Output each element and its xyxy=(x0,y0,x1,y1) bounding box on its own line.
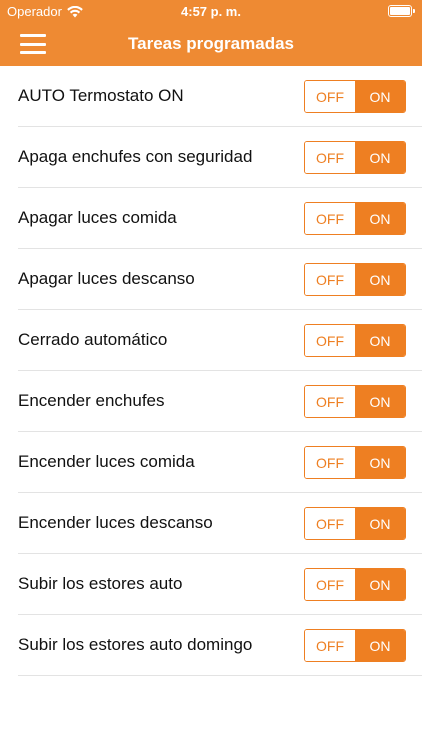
task-toggle[interactable]: OFF ON xyxy=(304,629,406,662)
task-row: Subir los estores auto domingo OFF ON xyxy=(18,615,422,676)
navigation-bar: Tareas programadas xyxy=(0,22,422,66)
task-label: AUTO Termostato ON xyxy=(18,86,184,105)
task-label: Apagar luces comida xyxy=(18,208,177,227)
task-row: AUTO Termostato ON OFF ON xyxy=(18,66,422,127)
page-title: Tareas programadas xyxy=(128,34,294,53)
toggle-on-button[interactable]: ON xyxy=(355,142,405,173)
toggle-on-button[interactable]: ON xyxy=(355,630,405,661)
task-toggle[interactable]: OFF ON xyxy=(304,568,406,601)
task-label: Subir los estores auto domingo xyxy=(18,635,253,654)
task-toggle[interactable]: OFF ON xyxy=(304,141,406,174)
task-row: Apagar luces comida OFF ON xyxy=(18,188,422,249)
toggle-off-button[interactable]: OFF xyxy=(305,508,355,539)
toggle-on-button[interactable]: ON xyxy=(355,264,405,295)
toggle-off-button[interactable]: OFF xyxy=(305,447,355,478)
battery-icon xyxy=(388,5,415,17)
task-toggle[interactable]: OFF ON xyxy=(304,202,406,235)
toggle-on-button[interactable]: ON xyxy=(355,325,405,356)
task-row: Apaga enchufes con seguridad OFF ON xyxy=(18,127,422,188)
toggle-on-button[interactable]: ON xyxy=(355,447,405,478)
task-row: Encender luces descanso OFF ON xyxy=(18,493,422,554)
toggle-on-button[interactable]: ON xyxy=(355,81,405,112)
task-list: AUTO Termostato ON OFF ON Apaga enchufes… xyxy=(0,66,422,676)
toggle-off-button[interactable]: OFF xyxy=(305,264,355,295)
task-label: Encender luces comida xyxy=(18,452,195,471)
task-label: Cerrado automático xyxy=(18,330,168,349)
task-toggle[interactable]: OFF ON xyxy=(304,507,406,540)
task-toggle[interactable]: OFF ON xyxy=(304,263,406,296)
task-toggle[interactable]: OFF ON xyxy=(304,446,406,479)
toggle-off-button[interactable]: OFF xyxy=(305,386,355,417)
toggle-off-button[interactable]: OFF xyxy=(305,142,355,173)
toggle-on-button[interactable]: ON xyxy=(355,386,405,417)
task-row: Encender enchufes OFF ON xyxy=(18,371,422,432)
task-row: Encender luces comida OFF ON xyxy=(18,432,422,493)
toggle-on-button[interactable]: ON xyxy=(355,508,405,539)
task-label: Apaga enchufes con seguridad xyxy=(18,147,253,166)
status-bar: Operador 4:57 p. m. xyxy=(0,0,422,22)
status-time: 4:57 p. m. xyxy=(181,4,241,19)
task-label: Encender enchufes xyxy=(18,391,165,410)
toggle-off-button[interactable]: OFF xyxy=(305,325,355,356)
toggle-off-button[interactable]: OFF xyxy=(305,203,355,234)
toggle-on-button[interactable]: ON xyxy=(355,569,405,600)
task-row: Cerrado automático OFF ON xyxy=(18,310,422,371)
task-label: Apagar luces descanso xyxy=(18,269,195,288)
task-row: Subir los estores auto OFF ON xyxy=(18,554,422,615)
task-toggle[interactable]: OFF ON xyxy=(304,80,406,113)
toggle-on-button[interactable]: ON xyxy=(355,203,405,234)
task-label: Subir los estores auto xyxy=(18,574,183,593)
toggle-off-button[interactable]: OFF xyxy=(305,630,355,661)
toggle-off-button[interactable]: OFF xyxy=(305,81,355,112)
task-row: Apagar luces descanso OFF ON xyxy=(18,249,422,310)
task-toggle[interactable]: OFF ON xyxy=(304,324,406,357)
task-label: Encender luces descanso xyxy=(18,513,213,532)
task-toggle[interactable]: OFF ON xyxy=(304,385,406,418)
toggle-off-button[interactable]: OFF xyxy=(305,569,355,600)
